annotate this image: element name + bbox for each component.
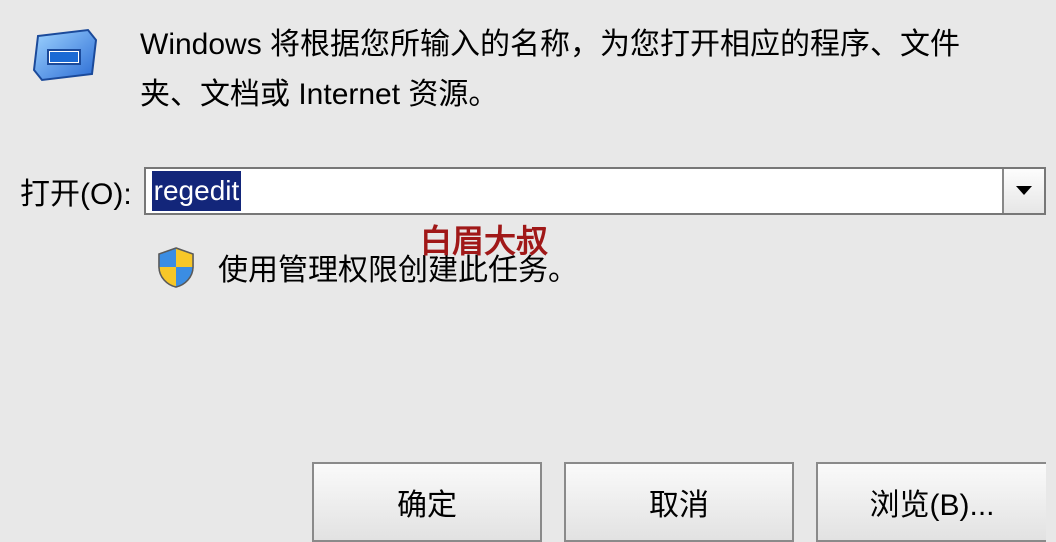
ok-button[interactable]: 确定 [312, 462, 542, 542]
chevron-down-icon [1015, 185, 1033, 197]
watermark-text: 白眉大叔 [420, 216, 548, 262]
open-input[interactable]: regedit [146, 169, 1002, 213]
open-combobox[interactable]: regedit [144, 167, 1046, 215]
cancel-button[interactable]: 取消 [564, 462, 794, 542]
dropdown-button[interactable] [1002, 169, 1044, 213]
run-dialog-icon [30, 28, 100, 83]
uac-shield-icon [154, 245, 198, 289]
open-label: 打开(O): [20, 169, 132, 213]
dialog-description: Windows 将根据您所输入的名称，为您打开相应的程序、文件夹、文档或 Int… [140, 20, 1016, 119]
browse-button[interactable]: 浏览(B)... [816, 462, 1046, 542]
open-input-value: regedit [152, 171, 242, 211]
